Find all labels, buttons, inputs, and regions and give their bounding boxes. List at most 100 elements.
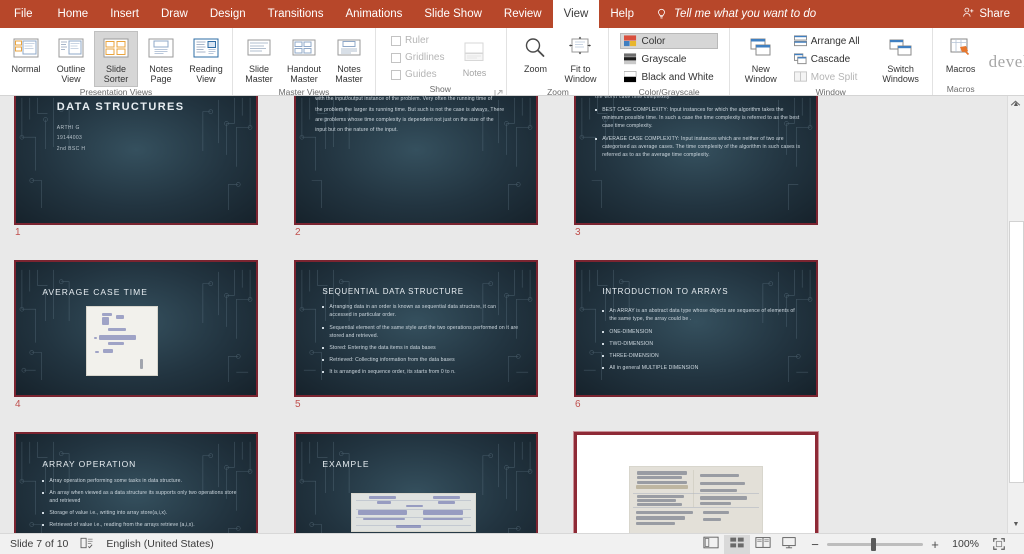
slide-canvas: DATA STRUCTURES ARTHI G 19144003 2nd BSC… (16, 96, 256, 223)
slide-bullet: ONE-DIMENSION (602, 328, 799, 336)
vertical-scrollbar[interactable]: ▲ ▼ (1007, 96, 1024, 533)
slide-sorter-label: Slide Sorter (96, 64, 136, 84)
tab-transitions[interactable]: Transitions (257, 0, 335, 28)
powerpoint-window: File Home Insert Draw Design Transitions… (0, 0, 1024, 554)
tab-insert[interactable]: Insert (99, 0, 150, 28)
status-slide-show-button[interactable] (776, 535, 802, 554)
slide-counter[interactable]: Slide 7 of 10 (4, 538, 74, 550)
slide-thumbnail[interactable]: SEQUENTIAL DATA STRUCTURE Arranging data… (294, 260, 538, 397)
notes-master-button[interactable]: Notes Master (327, 31, 371, 87)
slide-master-button[interactable]: Slide Master (237, 31, 281, 87)
accessibility-check-button[interactable] (74, 537, 100, 552)
slide-cell[interactable]: DATA STRUCTURES ARTHI G 19144003 2nd BSC… (14, 96, 282, 238)
tab-review[interactable]: Review (493, 0, 553, 28)
slide-bullet: Stored: Entering the data items in data … (322, 344, 519, 352)
gridlines-checkbox[interactable]: Gridlines (387, 50, 448, 65)
ribbon-group-color-grayscale: Color Grayscale Black and White (609, 28, 729, 95)
tab-help[interactable]: Help (599, 0, 645, 28)
tab-file[interactable]: File (0, 0, 47, 28)
handout-master-button[interactable]: Handout Master (282, 31, 326, 87)
ruler-label: Ruler (405, 35, 429, 46)
reading-view-button[interactable]: Reading View (184, 31, 228, 87)
notes-button[interactable]: Notes (452, 35, 496, 81)
tab-draw[interactable]: Draw (150, 0, 199, 28)
dialog-launcher-icon[interactable] (494, 85, 503, 94)
tab-design[interactable]: Design (199, 0, 257, 28)
zoom-slider-thumb[interactable] (871, 538, 876, 551)
status-normal-view-button[interactable] (698, 535, 724, 554)
reading-view-icon (191, 34, 221, 62)
fit-slide-to-window-button[interactable] (986, 535, 1012, 554)
slide-title: AVERAGE CASE TIME (42, 287, 148, 297)
slide-thumbnail[interactable]: INTRODUCTION TO ARRAYS An ARRAY is an ab… (574, 260, 818, 397)
slide-thumbnail[interactable]: with the input/output instance of the pr… (294, 96, 538, 225)
slide-bullet: with the input/output instance of the pr… (315, 96, 521, 104)
ribbon-group-window: New Window Arrange All Cascade (730, 28, 933, 95)
black-and-white-option[interactable]: Black and White (620, 69, 717, 85)
tab-animations[interactable]: Animations (334, 0, 413, 28)
slide-thumbnail[interactable]: DATA STRUCTURES ARTHI G 19144003 2nd BSC… (14, 96, 258, 225)
slide-canvas: SEQUENTIAL DATA STRUCTURE Arranging data… (296, 262, 536, 395)
zoom-slider[interactable] (827, 543, 923, 546)
guides-checkbox[interactable]: Guides (387, 67, 448, 82)
switch-windows-button[interactable]: Switch Windows (876, 31, 926, 87)
new-window-label: New Window (738, 64, 784, 84)
slide-bullet: THREE-DIMENSION (602, 352, 799, 360)
slide-cell[interactable]: with the input/output instance of the pr… (294, 96, 562, 238)
language-indicator[interactable]: English (United States) (100, 538, 219, 550)
scroll-down-arrow[interactable]: ▼ (1008, 516, 1024, 533)
slide-cell[interactable]: AVERAGE CASE TIME (14, 260, 282, 410)
collapse-ribbon-icon[interactable] (1009, 97, 1022, 110)
zoom-out-button[interactable]: − (810, 537, 820, 552)
new-window-button[interactable]: New Window (736, 31, 786, 87)
slide-cell[interactable]: EXAMPLE (294, 432, 562, 533)
zoom-button[interactable]: Zoom (513, 31, 557, 77)
slide-body-list: with the input/output instance of the pr… (315, 96, 521, 136)
slide-canvas: the worst case time complexity. BEST CAS… (576, 96, 816, 223)
share-button[interactable]: Share (948, 0, 1024, 28)
tell-me-search[interactable]: Tell me what you want to do (645, 0, 816, 28)
normal-view-button[interactable]: Normal (4, 31, 48, 77)
slide-number: 6 (574, 399, 842, 410)
slide-cell[interactable]: SEQUENTIAL DATA STRUCTURE Arranging data… (294, 260, 562, 410)
slide-sorter-button[interactable]: Slide Sorter (94, 31, 138, 87)
slide-subtitle-line: 2nd BSC H (57, 146, 86, 152)
zoom-in-button[interactable]: + (930, 537, 940, 552)
scrollbar-track[interactable] (1008, 113, 1024, 516)
ribbon: Normal Outline View Slide Sorter (0, 28, 1024, 96)
notes-page-button[interactable]: Notes Page (139, 31, 183, 87)
status-reading-view-button[interactable] (750, 535, 776, 554)
tab-view[interactable]: View (553, 0, 600, 28)
macros-button[interactable]: Macros (939, 31, 983, 77)
macros-group-label: Macros (939, 84, 983, 95)
ribbon-group-presentation-views: Normal Outline View Slide Sorter (0, 28, 233, 95)
color-option[interactable]: Color (620, 33, 717, 49)
slide-master-label: Slide Master (239, 64, 279, 84)
scrollbar-thumb[interactable] (1009, 221, 1024, 483)
status-bar: Slide 7 of 10 English (United States) (0, 533, 1024, 554)
slide-cell[interactable]: ARRAY OPERATION Array operation performi… (14, 432, 282, 533)
tab-slide-show[interactable]: Slide Show (413, 0, 493, 28)
tab-home[interactable]: Home (47, 0, 100, 28)
grayscale-option[interactable]: Grayscale (620, 51, 717, 67)
slide-thumbnail[interactable] (574, 432, 818, 533)
slide-thumbnail[interactable]: EXAMPLE (294, 432, 538, 533)
ruler-checkbox[interactable]: Ruler (387, 33, 448, 48)
zoom-level[interactable]: 100% (947, 538, 979, 550)
slide-thumbnail[interactable]: ARRAY OPERATION Array operation performi… (14, 432, 258, 533)
outline-view-button[interactable]: Outline View (49, 31, 93, 87)
arrange-all-button[interactable]: Arrange All (790, 33, 864, 49)
slide-sorter-pane[interactable]: DATA STRUCTURES ARTHI G 19144003 2nd BSC… (0, 96, 1024, 533)
slide-cell[interactable]: 9 (574, 432, 842, 533)
move-split-button[interactable]: Move Split (790, 69, 864, 85)
ribbon-group-macros: Macros Macros (933, 28, 989, 95)
slide-cell[interactable]: the worst case time complexity. BEST CAS… (574, 96, 842, 238)
cascade-button[interactable]: Cascade (790, 51, 864, 67)
slide-cell[interactable]: INTRODUCTION TO ARRAYS An ARRAY is an ab… (574, 260, 842, 410)
slide-thumbnail[interactable]: AVERAGE CASE TIME (14, 260, 258, 397)
slide-thumbnail[interactable]: the worst case time complexity. BEST CAS… (574, 96, 818, 225)
black-and-white-label: Black and White (641, 72, 713, 83)
status-slide-sorter-button[interactable] (724, 535, 750, 554)
slide-subtitle-line: ARTHI G (57, 125, 80, 131)
fit-to-window-button[interactable]: Fit to Window (558, 31, 602, 87)
